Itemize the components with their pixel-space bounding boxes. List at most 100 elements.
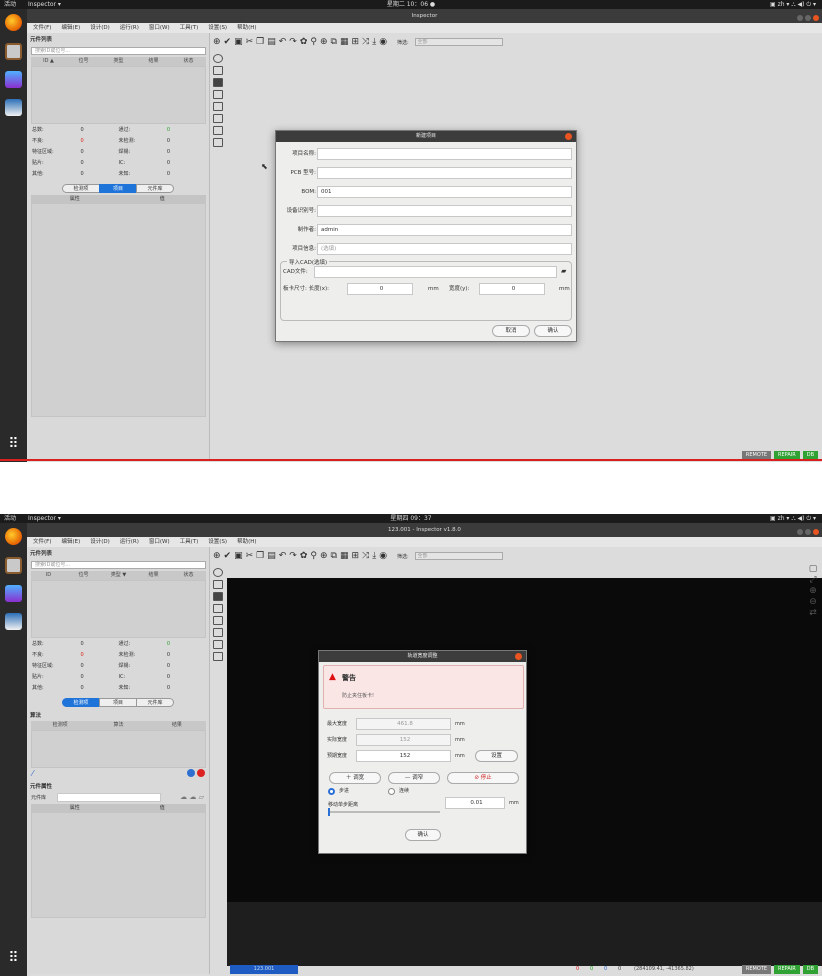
- monitor-icon[interactable]: [5, 585, 22, 602]
- col-ref[interactable]: 位号: [66, 57, 101, 66]
- target-icon[interactable]: [213, 54, 223, 63]
- property-table[interactable]: [31, 203, 206, 417]
- search-input[interactable]: 搜索ID或位号...: [31, 561, 206, 569]
- zoom-in-icon[interactable]: ⊕: [320, 551, 328, 561]
- monitor-icon[interactable]: [5, 71, 22, 88]
- tab-library[interactable]: 元件库: [136, 184, 174, 193]
- menu-design[interactable]: 设计(D): [90, 25, 110, 31]
- col-property[interactable]: 属性: [31, 804, 119, 812]
- move-step-input[interactable]: 0.01: [445, 797, 505, 809]
- menu-file[interactable]: 文件(F): [33, 25, 51, 31]
- minimize-icon[interactable]: [797, 529, 803, 535]
- component-icon[interactable]: [213, 592, 223, 601]
- remove-icon[interactable]: [197, 769, 205, 777]
- menu-help[interactable]: 帮助(H): [237, 539, 256, 545]
- menu-help[interactable]: 帮助(H): [237, 25, 256, 31]
- col-type[interactable]: 类型: [101, 57, 136, 66]
- expand-icon[interactable]: ⤢: [807, 575, 819, 586]
- widen-button[interactable]: ＋ 调宽: [329, 772, 381, 784]
- inspector-app-icon[interactable]: [5, 99, 22, 116]
- zoom-in-icon[interactable]: ⊕: [320, 37, 328, 47]
- settings-icon[interactable]: ✿: [300, 37, 308, 47]
- filter-select[interactable]: 全部: [414, 551, 503, 560]
- show-apps-icon[interactable]: ⠿: [5, 951, 22, 967]
- rect-icon[interactable]: [213, 66, 223, 75]
- component-table[interactable]: [31, 580, 206, 638]
- component-table[interactable]: [31, 66, 206, 124]
- device-id-input[interactable]: [317, 205, 572, 217]
- menu-run[interactable]: 运行(R): [120, 25, 139, 31]
- col-status[interactable]: 状态: [171, 571, 206, 580]
- image-icon[interactable]: [213, 616, 223, 625]
- menu-window[interactable]: 窗口(W): [149, 25, 170, 31]
- maximize-icon[interactable]: [805, 15, 811, 21]
- remote-badge[interactable]: REMOTE: [741, 965, 772, 974]
- move-step-slider[interactable]: [328, 808, 440, 816]
- pcb-model-input[interactable]: [317, 167, 572, 179]
- show-apps-icon[interactable]: ⠿: [5, 437, 22, 453]
- undo-icon[interactable]: ↶: [279, 551, 287, 561]
- component-icon[interactable]: [213, 78, 223, 87]
- maximize-icon[interactable]: [805, 529, 811, 535]
- check-icon[interactable]: ✔: [224, 37, 232, 47]
- crosshair-icon[interactable]: ⊕: [213, 551, 221, 561]
- col-id[interactable]: ID ▲: [31, 57, 66, 66]
- col-result[interactable]: 结果: [136, 571, 171, 580]
- route-icon[interactable]: ⤨: [362, 551, 369, 561]
- paste-icon[interactable]: ▤: [267, 37, 276, 47]
- zoom-icon[interactable]: ⚲: [310, 37, 317, 47]
- menu-tools[interactable]: 工具(T): [180, 539, 199, 545]
- tab-library[interactable]: 元件库: [136, 698, 174, 707]
- crosshair-icon[interactable]: ⊕: [213, 37, 221, 47]
- dialog-close-icon[interactable]: [565, 133, 572, 140]
- eye-icon[interactable]: ◉: [379, 37, 387, 47]
- close-icon[interactable]: [813, 529, 819, 535]
- minimize-icon[interactable]: [797, 15, 803, 21]
- cut-icon[interactable]: ✂: [246, 37, 254, 47]
- col-result[interactable]: 结果: [136, 57, 171, 66]
- split-icon[interactable]: [213, 628, 223, 637]
- cut-icon[interactable]: ✂: [246, 551, 254, 561]
- table-icon[interactable]: [213, 138, 223, 147]
- list-icon[interactable]: [213, 640, 223, 649]
- wand-icon[interactable]: ⁄: [32, 769, 33, 778]
- menu-edit[interactable]: 编辑(E): [61, 25, 80, 31]
- download-icon[interactable]: ⤓: [372, 551, 376, 561]
- system-tray[interactable]: ▣ zh ▾ ⛬ ◀) ⏻ ▾: [770, 514, 816, 523]
- menu-settings[interactable]: 设置(S): [208, 25, 227, 31]
- redo-icon[interactable]: ↷: [289, 37, 297, 47]
- menu-file[interactable]: 文件(F): [33, 539, 51, 545]
- cad-file-input[interactable]: [314, 266, 557, 278]
- copy-icon[interactable]: ❐: [256, 551, 264, 561]
- grid-icon[interactable]: ▦: [340, 551, 349, 561]
- menu-run[interactable]: 运行(R): [120, 539, 139, 545]
- grid-icon[interactable]: ▦: [340, 37, 349, 47]
- zoom-icon[interactable]: ⚲: [310, 551, 317, 561]
- col-type[interactable]: 类型 ▼: [101, 571, 136, 580]
- target-icon[interactable]: [213, 568, 223, 577]
- repair-badge[interactable]: REPAIR: [774, 965, 800, 974]
- cancel-button[interactable]: 取消: [492, 325, 530, 337]
- settings-icon[interactable]: ✿: [300, 551, 308, 561]
- col-value[interactable]: 值: [119, 804, 207, 812]
- author-input[interactable]: admin: [317, 224, 572, 236]
- menu-tools[interactable]: 工具(T): [180, 25, 199, 31]
- save-icon[interactable]: ▣: [234, 551, 243, 561]
- layout-icon[interactable]: ⊞: [351, 551, 359, 561]
- files-icon[interactable]: [5, 43, 22, 60]
- db-badge[interactable]: DB: [802, 965, 818, 974]
- search-input[interactable]: 搜索ID或位号...: [31, 47, 206, 55]
- length-input[interactable]: 0: [347, 283, 413, 295]
- menu-window[interactable]: 窗口(W): [149, 539, 170, 545]
- col-algo[interactable]: 算法: [89, 721, 147, 730]
- files-icon[interactable]: [5, 557, 22, 574]
- system-tray[interactable]: ▣ zh ▾ ⛬ ◀) ⏻ ▾: [770, 0, 816, 9]
- folder-icon[interactable]: ▰: [561, 267, 566, 275]
- layout-icon[interactable]: ⊞: [351, 37, 359, 47]
- split-icon[interactable]: [213, 114, 223, 123]
- confirm-button[interactable]: 确认: [534, 325, 572, 337]
- menu-settings[interactable]: 设置(S): [208, 539, 227, 545]
- filter-select[interactable]: 全部: [414, 37, 503, 46]
- table-icon[interactable]: [213, 652, 223, 661]
- col-id[interactable]: ID: [31, 571, 66, 580]
